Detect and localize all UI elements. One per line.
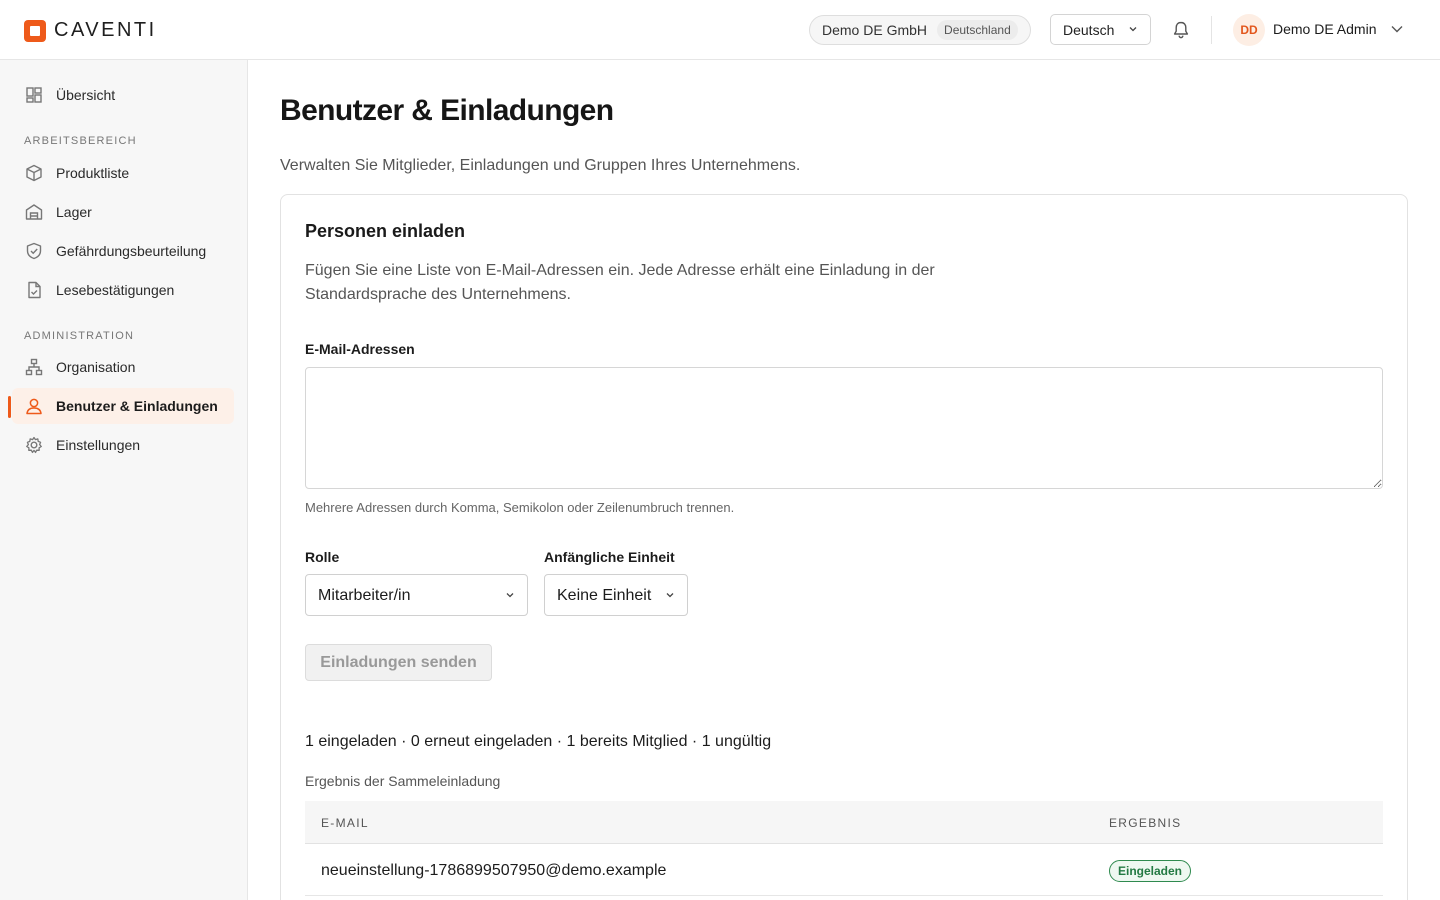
country-badge: Deutschland	[937, 20, 1018, 40]
unit-select[interactable]: Keine Einheit	[544, 574, 688, 616]
sidebar-section-title: ARBEITSBEREICH	[24, 135, 137, 147]
sidebar-section-title: ADMINISTRATION	[24, 330, 135, 342]
sidebar-item-label: Lesebestätigungen	[56, 282, 175, 298]
user-icon	[26, 398, 42, 415]
chevron-down-icon	[666, 593, 674, 598]
org-chart-icon	[25, 358, 43, 376]
sidebar-item-product-list[interactable]: Produktliste	[12, 155, 234, 191]
page-subtitle: Verwalten Sie Mitglieder, Einladungen un…	[280, 157, 801, 174]
warehouse-icon	[25, 204, 43, 220]
shield-check-icon	[26, 242, 42, 260]
box-icon	[26, 164, 42, 182]
table-row: neueinstellung-1786899507950@demo.exampl…	[305, 845, 1383, 896]
invite-summary: 1 eingeladen · 0 erneut eingeladen · 1 b…	[305, 733, 772, 750]
sidebar-item-warehouse[interactable]: Lager	[12, 194, 234, 230]
invite-card-description: Fügen Sie eine Liste von E-Mail-Adressen…	[305, 262, 935, 303]
avatar[interactable]: DD	[1233, 14, 1265, 46]
emails-label: E-Mail-Adressen	[305, 341, 415, 357]
brand-name: CAVENTI	[54, 19, 157, 41]
language-value: Deutsch	[1063, 21, 1115, 38]
page-title: Benutzer & Einladungen	[280, 94, 614, 127]
sidebar-item-read-receipts[interactable]: Lesebestätigungen	[12, 272, 234, 308]
gear-icon	[26, 436, 42, 454]
role-label: Rolle	[305, 549, 340, 565]
invite-card: Personen einladen Fügen Sie eine Liste v…	[280, 194, 1408, 900]
language-select[interactable]: Deutsch	[1050, 14, 1151, 45]
chevron-down-icon[interactable]	[1390, 22, 1404, 36]
bell-icon[interactable]	[1171, 20, 1191, 40]
emails-hint: Mehrere Adressen durch Komma, Semikolon …	[305, 500, 735, 515]
caventi-logo-icon	[24, 19, 46, 42]
company-name: Demo DE GmbH	[822, 22, 928, 38]
chevron-down-icon	[1129, 27, 1137, 32]
sidebar-item-label: Gefährdungsbeurteilung	[56, 243, 207, 259]
brand-logo[interactable]: CAVENTI	[24, 19, 157, 42]
role-select[interactable]: Mitarbeiter/in	[305, 574, 528, 616]
sidebar: Übersicht ARBEITSBEREICH Produktliste La…	[0, 60, 248, 900]
row-email: neueinstellung-1786899507950@demo.exampl…	[321, 862, 667, 879]
invite-card-title: Personen einladen	[305, 221, 466, 241]
active-indicator	[8, 396, 11, 418]
role-select-value: Mitarbeiter/in	[318, 587, 411, 604]
company-switcher[interactable]: Demo DE GmbH Deutschland	[809, 15, 1031, 45]
sidebar-item-label: Lager	[56, 204, 92, 220]
send-invitations-button[interactable]: Einladungen senden	[305, 644, 492, 681]
sidebar-item-risk-assessment[interactable]: Gefährdungsbeurteilung	[12, 233, 234, 269]
dashboard-icon	[26, 87, 42, 103]
sidebar-item-label: Produktliste	[56, 165, 130, 181]
unit-label: Anfängliche Einheit	[544, 549, 675, 565]
column-header-result: ERGEBNIS	[1109, 816, 1182, 830]
sidebar-item-settings[interactable]: Einstellungen	[12, 427, 234, 463]
chevron-down-icon	[506, 593, 514, 598]
sidebar-item-label: Übersicht	[56, 87, 116, 103]
top-bar: CAVENTI Demo DE GmbH Deutschland Deutsch…	[0, 0, 1440, 60]
result-caption: Ergebnis der Sammeleinladung	[305, 773, 501, 789]
status-badge: Eingeladen	[1109, 860, 1192, 882]
sidebar-item-organisation[interactable]: Organisation	[12, 349, 234, 385]
emails-textarea[interactable]	[305, 367, 1383, 489]
sidebar-item-label: Benutzer & Einladungen	[56, 398, 218, 414]
document-check-icon	[28, 281, 41, 299]
table-header: E-MAIL ERGEBNIS	[305, 801, 1383, 844]
unit-select-value: Keine Einheit	[557, 587, 652, 604]
sidebar-item-label: Einstellungen	[56, 437, 141, 453]
header-divider	[1211, 16, 1212, 44]
column-header-email: E-MAIL	[321, 816, 369, 830]
user-name[interactable]: Demo DE Admin	[1273, 21, 1376, 37]
sidebar-item-users-invitations[interactable]: Benutzer & Einladungen	[12, 388, 234, 424]
sidebar-item-overview[interactable]: Übersicht	[12, 77, 234, 113]
sidebar-item-label: Organisation	[56, 359, 136, 375]
